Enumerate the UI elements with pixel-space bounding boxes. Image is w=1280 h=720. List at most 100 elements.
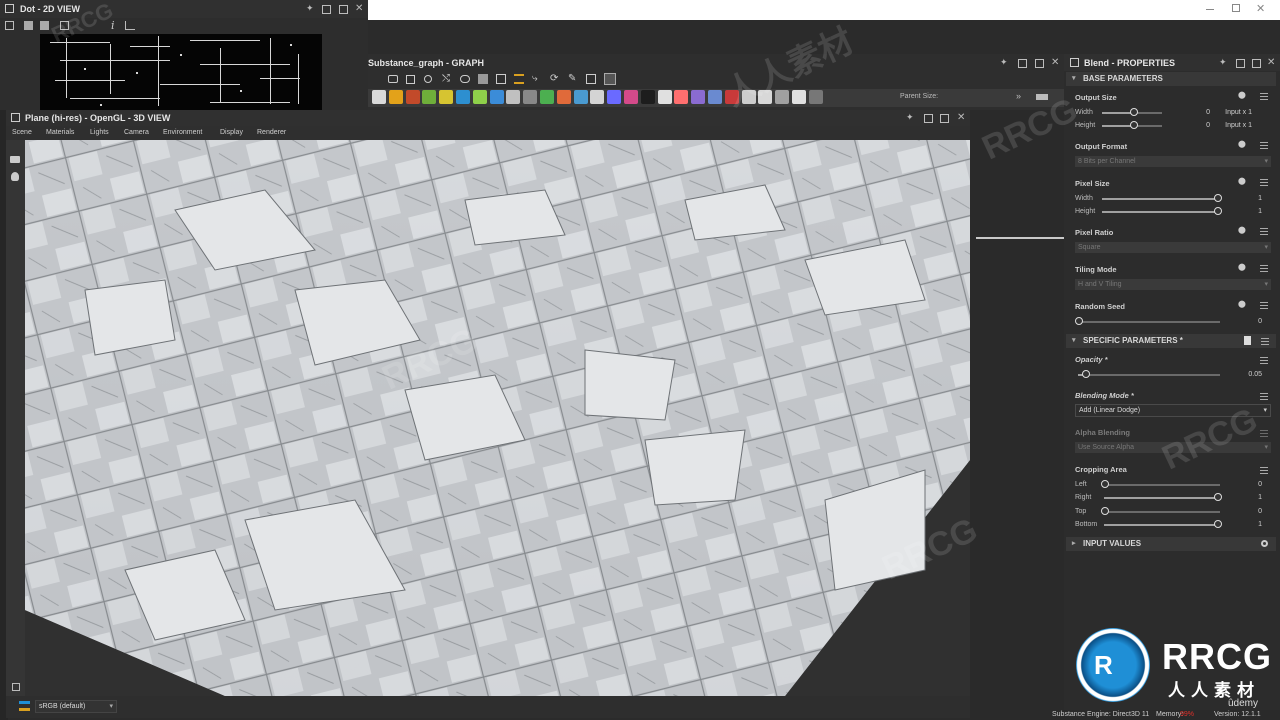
atomic-node-icon[interactable] [758, 90, 773, 104]
link-params-icon[interactable]: ⬤ [1238, 177, 1248, 185]
atomic-node-icon[interactable] [792, 90, 806, 104]
layers-icon[interactable] [12, 683, 20, 691]
input-values-header[interactable]: ▸ INPUT VALUES [1066, 537, 1276, 551]
more-tools-button[interactable]: » [1016, 91, 1021, 101]
pixel-ratio-select[interactable]: Square ▾ [1075, 242, 1271, 253]
crop-bottom-slider[interactable] [1104, 524, 1220, 526]
atomic-node-icon[interactable] [573, 90, 588, 104]
search-icon[interactable] [424, 75, 432, 83]
histogram-icon[interactable] [125, 21, 135, 30]
param-menu-icon[interactable] [1260, 179, 1268, 186]
atomic-node-icon[interactable] [640, 90, 655, 104]
window-close-button[interactable]: ✕ [1256, 2, 1265, 15]
atomic-node-icon[interactable] [724, 90, 739, 104]
video-camera-icon[interactable] [10, 156, 20, 163]
float-panel-icon[interactable] [322, 5, 331, 14]
maximize-panel-icon[interactable] [339, 5, 348, 14]
pin-icon[interactable]: ✦ [1000, 57, 1008, 68]
blending-mode-select[interactable]: Add (Linear Dodge) ▾ [1075, 404, 1271, 417]
atomic-node-icon[interactable] [808, 90, 823, 104]
link-params-icon[interactable]: ⬤ [1238, 140, 1248, 148]
opacity-knob[interactable] [1082, 370, 1090, 378]
doc-icon[interactable] [1244, 336, 1251, 345]
output-height-knob[interactable] [1130, 121, 1138, 129]
param-menu-icon[interactable] [1260, 228, 1268, 235]
random-seed-slider[interactable] [1078, 321, 1220, 323]
output-width-mode[interactable]: Input x 1 [1216, 109, 1252, 116]
atomic-node-icon[interactable] [405, 90, 420, 104]
pin-icon[interactable]: ✦ [906, 112, 914, 123]
param-menu-icon[interactable] [1260, 265, 1268, 272]
atomic-node-icon[interactable] [556, 90, 571, 104]
crop-left-knob[interactable] [1101, 480, 1109, 488]
grid-snap-icon[interactable] [496, 74, 506, 84]
pixel-height-slider[interactable] [1102, 211, 1220, 213]
crop-top-slider[interactable] [1104, 511, 1220, 513]
close-panel-icon[interactable]: ✕ [957, 112, 965, 123]
output-format-select[interactable]: 8 Bits per Channel ▾ [1075, 156, 1271, 167]
colorspace-select[interactable]: sRGB (default) ▾ [35, 700, 117, 713]
menu-display[interactable]: Display [220, 129, 243, 136]
param-menu-icon[interactable] [1260, 430, 1268, 437]
graph-options-icon[interactable] [1036, 94, 1048, 100]
tool-icon-2[interactable] [24, 21, 33, 30]
menu-renderer[interactable]: Renderer [257, 129, 286, 136]
shuffle-icon[interactable]: ⤭ [442, 73, 450, 84]
close-panel-icon[interactable]: ✕ [1267, 57, 1275, 68]
atomic-node-icon[interactable] [708, 90, 722, 104]
atomic-node-icon[interactable] [624, 90, 638, 104]
atomic-node-icon[interactable] [489, 90, 504, 104]
grid-icon[interactable] [604, 73, 616, 85]
atomic-node-icon[interactable] [741, 90, 756, 104]
atomic-node-icon[interactable] [691, 90, 706, 104]
window-maximize-button[interactable] [1232, 4, 1240, 12]
link-params-icon[interactable]: ⬤ [1238, 300, 1248, 308]
menu-lights[interactable]: Lights [90, 129, 109, 136]
maximize-panel-icon[interactable] [1252, 59, 1261, 68]
float-panel-icon[interactable] [924, 114, 933, 123]
opacity-slider[interactable] [1078, 374, 1220, 376]
close-panel-icon[interactable]: ✕ [355, 3, 363, 14]
tool-icon-3[interactable] [40, 21, 49, 30]
base-parameters-header[interactable]: ▾ BASE PARAMETERS [1066, 72, 1276, 86]
pin-icon[interactable]: ✦ [306, 3, 314, 14]
distribute-icon[interactable] [514, 74, 524, 84]
atomic-node-icon[interactable] [674, 90, 689, 104]
link-params-icon[interactable]: ⬤ [1238, 226, 1248, 234]
atomic-node-icon[interactable] [540, 90, 554, 104]
menu-environment[interactable]: Environment [163, 129, 202, 136]
param-menu-icon[interactable] [1260, 142, 1268, 149]
atomic-node-icon[interactable] [372, 90, 386, 104]
maximize-panel-icon[interactable] [1035, 59, 1044, 68]
crop-left-slider[interactable] [1104, 484, 1220, 486]
graph-canvas[interactable] [970, 110, 1064, 720]
param-menu-icon[interactable] [1260, 93, 1268, 100]
atomic-node-icon[interactable] [607, 90, 622, 104]
atomic-node-icon[interactable] [590, 90, 605, 104]
pixel-height-knob[interactable] [1214, 207, 1222, 215]
atomic-node-icon[interactable] [456, 90, 470, 104]
tool-icon-1[interactable] [5, 21, 14, 30]
info-icon[interactable]: i [111, 19, 115, 32]
output-height-mode[interactable]: Input x 1 [1216, 122, 1252, 129]
section-menu-icon[interactable] [1261, 338, 1269, 345]
3d-viewport[interactable] [25, 140, 970, 696]
atomic-node-icon[interactable] [388, 90, 403, 104]
param-menu-icon[interactable] [1260, 467, 1268, 474]
crop-bottom-knob[interactable] [1214, 520, 1222, 528]
stop-icon[interactable] [586, 74, 596, 84]
gear-icon[interactable] [1261, 540, 1268, 547]
crop-right-slider[interactable] [1104, 497, 1220, 499]
param-menu-icon[interactable] [1260, 393, 1268, 400]
menu-camera[interactable]: Camera [124, 129, 149, 136]
param-menu-icon[interactable] [1260, 302, 1268, 309]
layers-stack-icon[interactable] [19, 701, 30, 711]
atomic-node-icon[interactable] [506, 90, 521, 104]
link-params-icon[interactable]: ⬤ [1238, 91, 1248, 99]
atomic-node-icon[interactable] [439, 90, 454, 104]
atomic-node-icon[interactable] [472, 90, 487, 104]
atomic-node-icon[interactable] [775, 90, 790, 104]
link-icon[interactable] [460, 75, 470, 83]
menu-materials[interactable]: Materials [46, 129, 74, 136]
float-panel-icon[interactable] [1236, 59, 1245, 68]
